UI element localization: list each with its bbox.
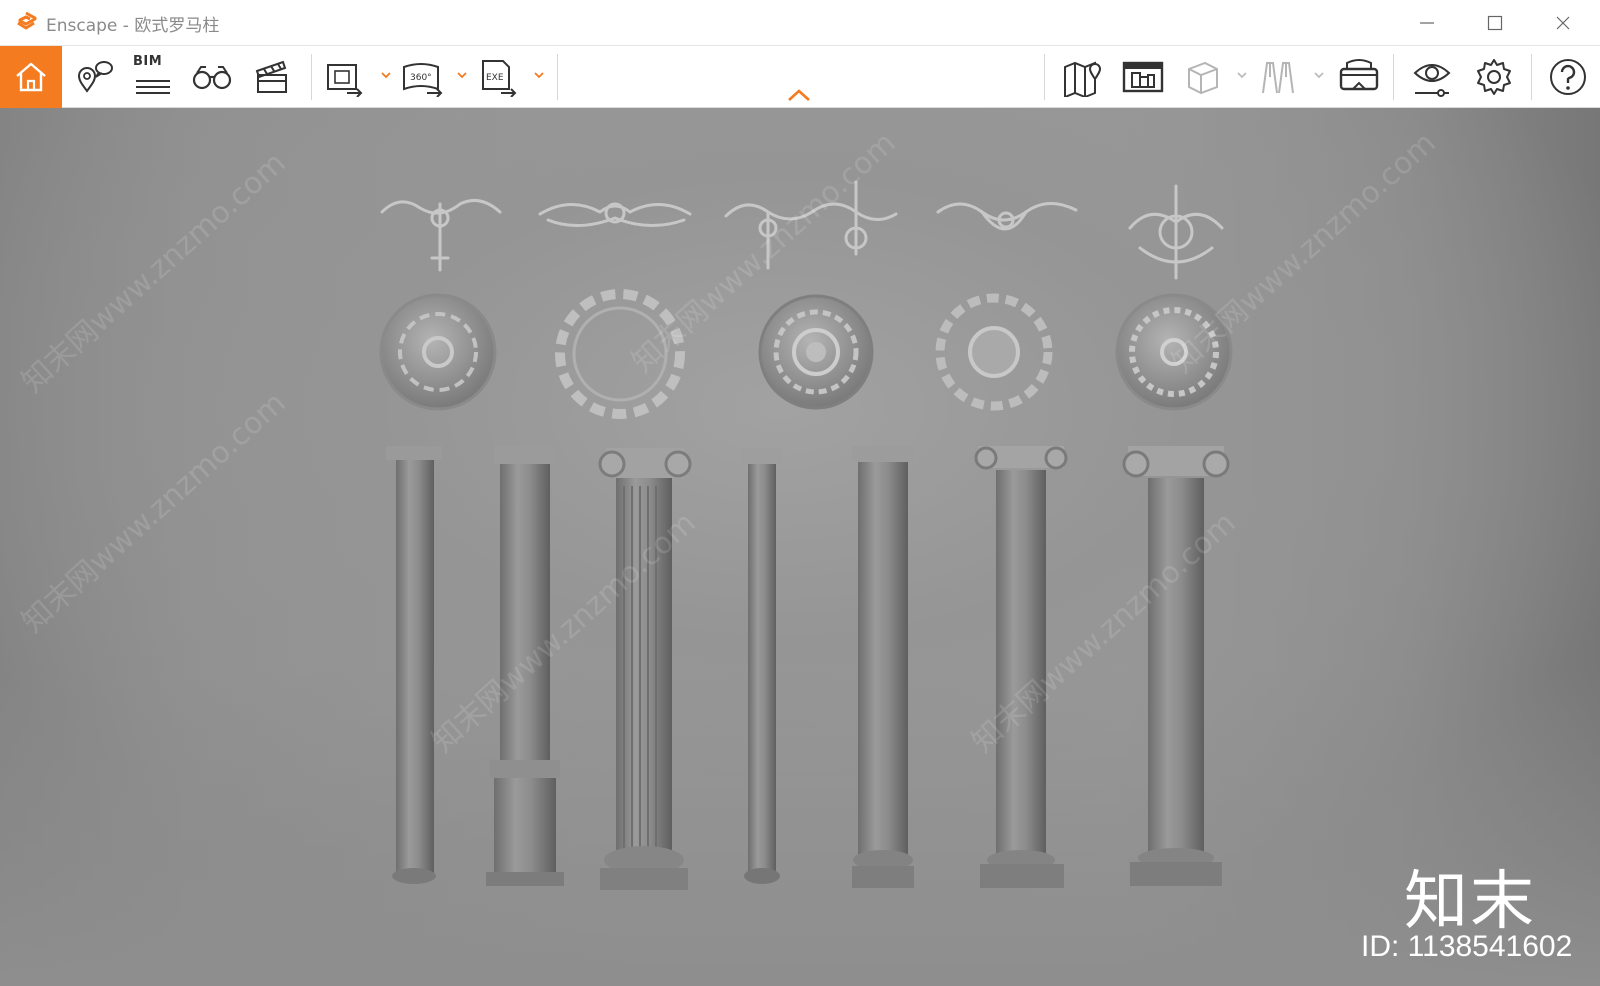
- map-icon: [1064, 61, 1102, 97]
- title-bar: Enscape - 欧式罗马柱: [0, 0, 1600, 46]
- exe-export-chevron-down-icon[interactable]: [532, 68, 546, 82]
- maximize-icon: [1487, 15, 1503, 31]
- close-icon: [1556, 16, 1570, 30]
- app-name: Enscape: [46, 16, 118, 36]
- collapse-toolbar-chevron-up-icon[interactable]: [786, 86, 812, 104]
- binoculars-icon: [192, 66, 232, 90]
- document-title: 欧式罗马柱: [134, 16, 220, 36]
- panorama-export-button[interactable]: 360°: [398, 46, 448, 108]
- help-icon: [1550, 59, 1586, 95]
- roman-column: [742, 448, 782, 884]
- ceiling-medallion: [935, 293, 1053, 411]
- video-editor-button[interactable]: [246, 46, 298, 108]
- ceiling-medallion: [758, 294, 874, 410]
- ornament: [724, 180, 898, 270]
- ionic-column: [974, 446, 1068, 888]
- visual-settings-button[interactable]: [186, 46, 238, 108]
- ceiling-medallion: [379, 293, 497, 411]
- ornament: [380, 198, 502, 272]
- scene-render: [379, 180, 1233, 890]
- image-export-icon: [327, 64, 363, 97]
- ceiling-medallion: [1115, 293, 1233, 411]
- toolbar-separator: [557, 54, 558, 100]
- panorama-export-chevron-down-icon[interactable]: [455, 68, 469, 82]
- medallion-row: [379, 289, 1233, 419]
- maximize-button[interactable]: [1462, 0, 1528, 46]
- asset-id-label: ID: 1138541602: [1361, 930, 1573, 963]
- window-title: Enscape - 欧式罗马柱: [46, 11, 219, 36]
- ornament: [1128, 184, 1224, 280]
- close-button[interactable]: [1530, 0, 1596, 46]
- map-pin-speech-icon: [77, 61, 113, 93]
- asset-library-button[interactable]: [1118, 46, 1168, 108]
- cube-icon: [1188, 61, 1218, 95]
- panorama-export-icon: 360°: [403, 63, 443, 97]
- home-icon: [16, 62, 46, 92]
- map-button[interactable]: [1058, 46, 1108, 108]
- clapperboard-icon: [255, 60, 287, 93]
- enscape-logo-icon: [17, 11, 37, 30]
- cube-chevron-down-icon[interactable]: [1235, 68, 1249, 82]
- panorama-label: 360°: [410, 73, 432, 83]
- eye-icon: [1413, 64, 1451, 97]
- home-button[interactable]: [0, 46, 62, 108]
- toolbar-separator: [1044, 54, 1045, 100]
- asset-library-icon: [1122, 61, 1164, 93]
- help-button[interactable]: [1544, 46, 1592, 108]
- render-export-chevron-down-icon[interactable]: [379, 68, 393, 82]
- brand-logo: 知末: [1404, 865, 1536, 939]
- ornament-row: [380, 180, 1224, 280]
- toolbar-separator: [1393, 54, 1394, 100]
- settings-button[interactable]: [1468, 46, 1520, 108]
- walk-icon: [1262, 62, 1294, 94]
- roman-column: [386, 446, 442, 884]
- roman-column: [486, 446, 564, 886]
- render-export-button[interactable]: [322, 46, 368, 108]
- roman-column: [852, 446, 914, 888]
- views-button[interactable]: [70, 46, 120, 108]
- toolbar-separator: [1531, 54, 1532, 100]
- render-viewport[interactable]: 知末网www.znzmo.com 知末网www.znzmo.com 知末网www…: [0, 108, 1600, 986]
- vr-headset-button[interactable]: [1334, 46, 1384, 108]
- minimize-button[interactable]: [1394, 0, 1460, 46]
- title-separator: -: [122, 16, 129, 36]
- walkthrough-button[interactable]: [1256, 46, 1302, 108]
- bim-label: BIM: [133, 54, 163, 69]
- ornament: [936, 202, 1078, 231]
- exe-export-button[interactable]: EXE: [476, 46, 522, 108]
- ionic-fluted-column: [598, 448, 692, 890]
- cube-button[interactable]: [1180, 46, 1226, 108]
- ceiling-medallion: [555, 289, 685, 419]
- ionic-column: [1122, 446, 1230, 886]
- toolbar-separator: [311, 54, 312, 100]
- exe-export-icon: EXE: [482, 60, 517, 97]
- minimize-icon: [1420, 22, 1434, 24]
- exe-label: EXE: [486, 73, 504, 83]
- vr-headset-icon: [1339, 59, 1379, 91]
- column-row: [386, 446, 1230, 890]
- view-toggle-button[interactable]: [1406, 46, 1458, 108]
- ornament: [538, 202, 692, 228]
- gear-icon: [1477, 59, 1511, 95]
- walkthrough-chevron-down-icon[interactable]: [1312, 68, 1326, 82]
